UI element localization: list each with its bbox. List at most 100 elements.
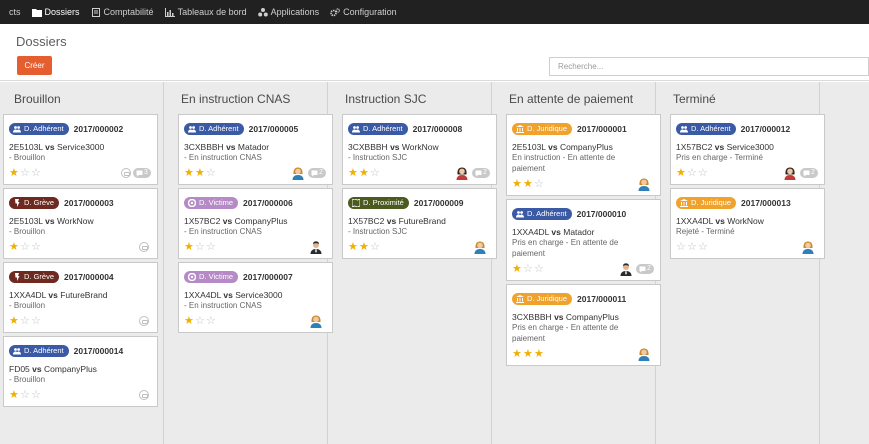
star-empty-icon[interactable]: ☆: [687, 167, 698, 179]
star-filled-icon[interactable]: ★: [359, 167, 370, 179]
adherent-icon: [352, 125, 360, 133]
star-empty-icon[interactable]: ☆: [31, 167, 42, 179]
priority-stars[interactable]: ★ ★ ☆: [184, 167, 217, 179]
priority-stars[interactable]: ★ ★ ☆: [348, 241, 381, 253]
column-title[interactable]: Instruction SJC: [345, 82, 491, 108]
kanban-card[interactable]: D. Adhérent 2017/000005 3CXBBBH vs Matador…: [178, 114, 333, 185]
star-empty-icon[interactable]: ☆: [698, 241, 709, 253]
column-title[interactable]: Terminé: [673, 82, 819, 108]
star-filled-icon[interactable]: ★: [512, 178, 523, 190]
star-empty-icon[interactable]: ☆: [20, 315, 31, 327]
category-tag: D. Grève: [9, 270, 60, 283]
star-filled-icon[interactable]: ★: [184, 241, 195, 253]
star-filled-icon[interactable]: ★: [9, 167, 20, 179]
message-icon: [639, 266, 646, 273]
column-title[interactable]: Brouillon: [14, 82, 163, 108]
star-empty-icon[interactable]: ☆: [195, 241, 206, 253]
priority-stars[interactable]: ★ ☆ ☆: [676, 167, 709, 179]
star-filled-icon[interactable]: ★: [184, 167, 195, 179]
star-empty-icon[interactable]: ☆: [534, 178, 545, 190]
star-empty-icon[interactable]: ☆: [31, 315, 42, 327]
star-empty-icon[interactable]: ☆: [20, 389, 31, 401]
category-tag: D. Adhérent: [512, 207, 572, 220]
avatar[interactable]: [310, 315, 322, 328]
kanban-card[interactable]: D. Adhérent 2017/000002 2E5103L vs Service…: [3, 114, 158, 185]
star-empty-icon[interactable]: ☆: [687, 241, 698, 253]
kanban-card[interactable]: D. Juridique 2017/000001 2E5103L vs Compan…: [506, 114, 661, 196]
star-empty-icon[interactable]: ☆: [206, 167, 217, 179]
avatar[interactable]: [620, 262, 632, 276]
priority-stars[interactable]: ★ ☆ ☆: [184, 241, 217, 253]
kanban-card[interactable]: D. Adhérent 2017/000014 FD05 vs CompanyPlu…: [3, 336, 158, 407]
avatar[interactable]: [474, 241, 486, 254]
star-filled-icon[interactable]: ★: [9, 241, 20, 253]
star-filled-icon[interactable]: ★: [195, 167, 206, 179]
priority-stars[interactable]: ★ ★ ☆: [348, 167, 381, 179]
star-filled-icon[interactable]: ★: [534, 348, 545, 360]
card-footer-right: [310, 240, 326, 254]
kanban-card[interactable]: D. Juridique 2017/000011 3CXBBBH vs Compan…: [506, 284, 661, 366]
star-empty-icon[interactable]: ☆: [676, 241, 687, 253]
star-empty-icon[interactable]: ☆: [31, 389, 42, 401]
nav-item-cts[interactable]: cts: [4, 0, 27, 24]
nav-item-applications[interactable]: Applications: [253, 0, 326, 24]
kanban-card[interactable]: D. Juridique 2017/000013 1XXA4DL vs WorkNo…: [670, 188, 825, 259]
priority-stars[interactable]: ☆ ☆ ☆: [676, 241, 709, 253]
priority-stars[interactable]: ★ ★ ★: [512, 348, 545, 360]
kanban-card[interactable]: D. Grève 2017/000003 2E5103L vs WorkNow - B…: [3, 188, 158, 259]
nav-item-configuration[interactable]: Configuration: [325, 0, 403, 24]
kanban-card[interactable]: D. Grève 2017/000004 1XXA4DL vs FutureBran…: [3, 262, 158, 333]
kanban-card[interactable]: D. Adhérent 2017/000008 3CXBBBH vs WorkNow…: [342, 114, 497, 185]
avatar[interactable]: [292, 167, 304, 180]
priority-stars[interactable]: ★ ☆ ☆: [512, 263, 545, 275]
priority-stars[interactable]: ★ ☆ ☆: [9, 241, 42, 253]
star-filled-icon[interactable]: ★: [523, 348, 534, 360]
star-filled-icon[interactable]: ★: [523, 178, 534, 190]
priority-stars[interactable]: ★ ☆ ☆: [9, 389, 42, 401]
avatar[interactable]: [638, 348, 650, 361]
column-title[interactable]: En instruction CNAS: [181, 82, 327, 108]
nav-item-comptabilit-[interactable]: Comptabilité: [86, 0, 160, 24]
nav-item-tableaux-de-bord[interactable]: Tableaux de bord: [160, 0, 253, 24]
column-title[interactable]: En attente de paiement: [509, 82, 655, 108]
star-empty-icon[interactable]: ☆: [698, 167, 709, 179]
kanban-card[interactable]: D. Victime 2017/000006 1X57BC2 vs CompanyP…: [178, 188, 333, 259]
star-filled-icon[interactable]: ★: [512, 263, 523, 275]
star-filled-icon[interactable]: ★: [9, 315, 20, 327]
star-empty-icon[interactable]: ☆: [206, 241, 217, 253]
star-empty-icon[interactable]: ☆: [206, 315, 217, 327]
kanban-card[interactable]: D. Proximité 2017/000009 1X57BC2 vs Future…: [342, 188, 497, 259]
star-filled-icon[interactable]: ★: [348, 167, 359, 179]
party-b: Matador: [563, 227, 595, 237]
priority-stars[interactable]: ★ ☆ ☆: [184, 315, 217, 327]
card-footer: ★ ☆ ☆: [9, 388, 151, 402]
star-filled-icon[interactable]: ★: [676, 167, 687, 179]
search-input[interactable]: [549, 57, 869, 76]
star-empty-icon[interactable]: ☆: [523, 263, 534, 275]
star-filled-icon[interactable]: ★: [184, 315, 195, 327]
avatar[interactable]: [638, 178, 650, 191]
star-empty-icon[interactable]: ☆: [534, 263, 545, 275]
star-empty-icon[interactable]: ☆: [31, 241, 42, 253]
star-filled-icon[interactable]: ★: [348, 241, 359, 253]
kanban-card[interactable]: D. Adhérent 2017/000012 1X57BC2 vs Service…: [670, 114, 825, 185]
kanban-card[interactable]: D. Adhérent 2017/000010 1XXA4DL vs Matador…: [506, 199, 661, 281]
avatar[interactable]: [456, 167, 468, 180]
star-filled-icon[interactable]: ★: [359, 241, 370, 253]
star-empty-icon[interactable]: ☆: [20, 241, 31, 253]
star-empty-icon[interactable]: ☆: [20, 167, 31, 179]
create-button[interactable]: Créer: [17, 56, 52, 75]
avatar[interactable]: [802, 241, 814, 254]
star-empty-icon[interactable]: ☆: [195, 315, 206, 327]
priority-stars[interactable]: ★ ★ ☆: [512, 178, 545, 190]
star-empty-icon[interactable]: ☆: [370, 167, 381, 179]
priority-stars[interactable]: ★ ☆ ☆: [9, 315, 42, 327]
nav-item-dossiers[interactable]: Dossiers: [27, 0, 86, 24]
kanban-card[interactable]: D. Victime 2017/000007 1XXA4DL vs Service3…: [178, 262, 333, 333]
star-filled-icon[interactable]: ★: [512, 348, 523, 360]
avatar[interactable]: [784, 167, 796, 180]
avatar[interactable]: [310, 240, 322, 254]
priority-stars[interactable]: ★ ☆ ☆: [9, 167, 42, 179]
star-filled-icon[interactable]: ★: [9, 389, 20, 401]
star-empty-icon[interactable]: ☆: [370, 241, 381, 253]
